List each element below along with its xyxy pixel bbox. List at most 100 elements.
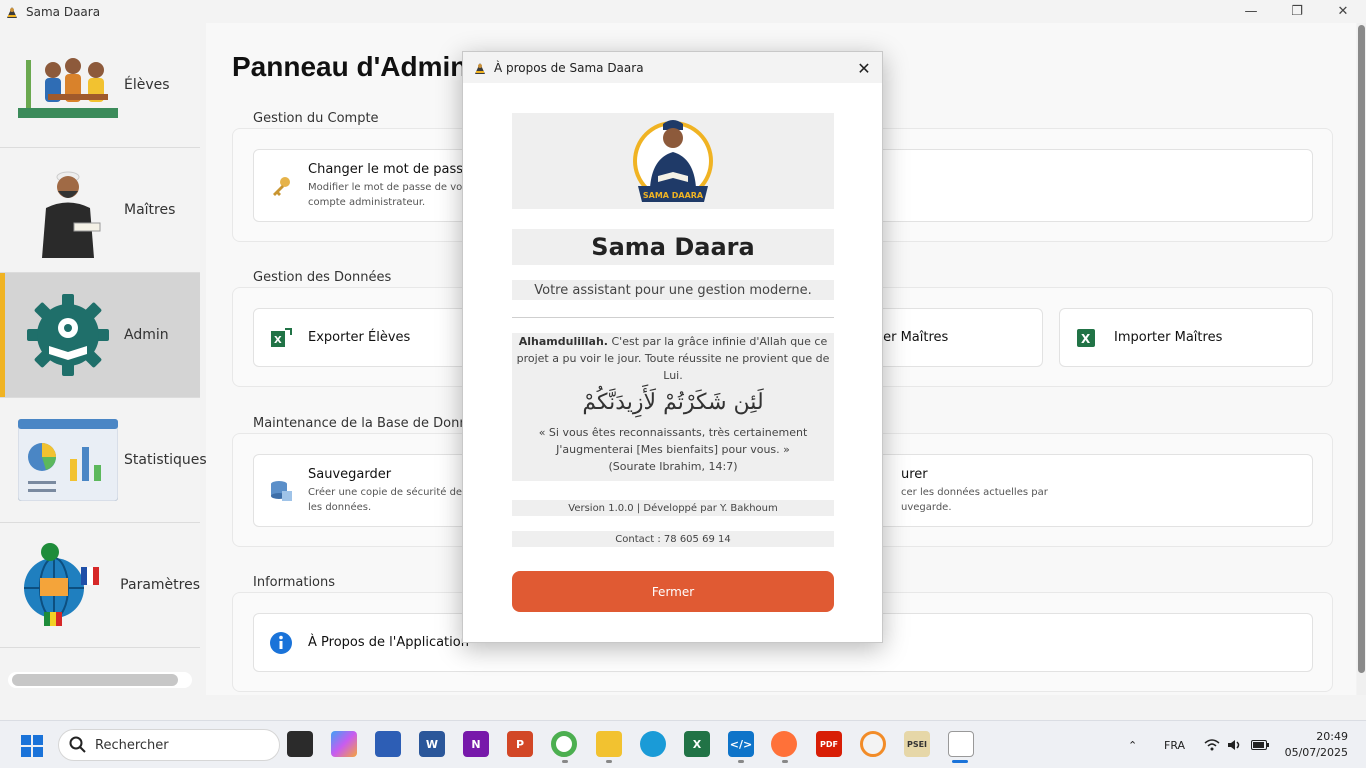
export-students-label: Exporter Élèves (308, 330, 411, 345)
restore-icon[interactable]: ❐ (1274, 0, 1320, 23)
vscode-icon[interactable]: </> (728, 731, 754, 757)
window-titlebar: Sama Daara — ❐ ✕ (0, 0, 1366, 23)
pdf-reader-icon[interactable]: PDF (816, 731, 842, 757)
quote-paragraph: Alhamdulillah. C'est par la grâce infini… (512, 333, 834, 384)
change-password-title: Changer le mot de passe (308, 161, 471, 177)
students-illustration (18, 35, 118, 135)
app-name: Sama Daara (512, 229, 834, 265)
verse-reference: (Sourate Ibrahim, 14:7) (608, 460, 738, 473)
taskbar: Rechercher W N P X </> PDF PSEI ⌃ FRA 20… (0, 720, 1366, 768)
chevron-up-icon[interactable]: ⌃ (1128, 721, 1137, 768)
scrollbar-thumb[interactable] (1358, 25, 1365, 673)
language-indicator[interactable]: FRA (1164, 721, 1185, 768)
export-masters-label: ter Maîtres (878, 330, 949, 345)
file-explorer-icon[interactable] (596, 731, 622, 757)
about-app-label: À Propos de l'Application (308, 635, 469, 650)
app-logo-icon (7, 6, 17, 18)
svg-text:X: X (1081, 332, 1091, 346)
search-icon (69, 736, 86, 753)
section-label-account: Gestion du Compte (253, 111, 379, 126)
copilot-icon[interactable] (331, 731, 357, 757)
running-indicator (738, 760, 744, 763)
sidebar-item-label: Statistiques (124, 452, 207, 468)
sidebar-item-label: Paramètres (120, 577, 200, 593)
verse-translation: « Si vous êtes reconnaissants, très cert… (538, 426, 808, 456)
section-label-info: Informations (253, 575, 336, 590)
sidebar-item-label: Maîtres (124, 202, 176, 218)
quote-bold: Alhamdulillah. (518, 335, 608, 348)
sidebar: Élèves Maîtres Admin Statistiques Paramè… (0, 23, 207, 695)
close-icon[interactable]: ✕ (1320, 0, 1366, 23)
change-password-desc-line2: compte administrateur. (308, 196, 426, 208)
powerpoint-icon[interactable]: P (507, 731, 533, 757)
teacher-illustration (18, 160, 118, 260)
windows-start-icon[interactable] (20, 734, 44, 758)
running-indicator (606, 760, 612, 763)
wifi-icon[interactable] (1204, 721, 1220, 768)
firefox-icon[interactable] (771, 731, 797, 757)
taskbar-search[interactable]: Rechercher (58, 729, 280, 761)
sidebar-item-label: Admin (124, 327, 169, 343)
running-indicator (782, 760, 788, 763)
sidebar-item-eleves[interactable]: Élèves (0, 23, 200, 148)
info-icon (268, 630, 294, 656)
edge-icon[interactable] (640, 731, 666, 757)
sama-daara-logo: SAMA DAARA (633, 120, 713, 202)
restore-button[interactable]: urer cer les données actuelles par uvega… (833, 454, 1313, 527)
import-masters-button[interactable]: X Importer Maîtres (1059, 308, 1313, 367)
divider (512, 317, 834, 318)
database-backup-icon (268, 478, 294, 504)
logo-text: SAMA DAARA (643, 191, 704, 200)
clock-time: 20:49 (1316, 730, 1348, 743)
sidebar-item-admin[interactable]: Admin (0, 273, 200, 398)
dialog-close-icon[interactable]: ✕ (852, 56, 876, 80)
onenote-icon[interactable]: N (463, 731, 489, 757)
search-placeholder: Rechercher (95, 737, 169, 753)
app-tagline: Votre assistant pour une gestion moderne… (512, 280, 834, 300)
backup-desc-line1: Créer une copie de sécurité de (308, 486, 463, 498)
close-dialog-button[interactable]: Fermer (512, 571, 834, 612)
section-label-data: Gestion des Données (253, 270, 392, 285)
backup-desc-line2: les données. (308, 501, 372, 513)
notepad-icon[interactable] (375, 731, 401, 757)
excel-import-icon: X (1074, 325, 1100, 351)
dialog-titlebar: À propos de Sama Daara ✕ (463, 52, 882, 83)
change-password-desc-line1: Modifier le mot de passe de votre (308, 181, 477, 193)
minimize-icon[interactable]: — (1228, 0, 1274, 23)
restore-desc-line1: cer les données actuelles par (901, 486, 1048, 498)
taskbar-clock[interactable]: 20:49 05/07/2025 (1285, 729, 1348, 761)
restore-title: urer (901, 466, 928, 482)
excel-export-icon: X (268, 325, 294, 351)
chrome-icon[interactable] (551, 731, 577, 757)
import-masters-label: Importer Maîtres (1114, 330, 1223, 345)
sidebar-item-parametres[interactable]: Paramètres (0, 523, 200, 648)
backup-title: Sauvegarder (308, 466, 392, 482)
settings-globe-illustration (18, 535, 114, 635)
restore-desc-line2: uvegarde. (901, 501, 952, 513)
sidebar-item-label: Élèves (124, 77, 170, 93)
gratitude-quote: Alhamdulillah. C'est par la grâce infini… (512, 333, 834, 481)
word-icon[interactable]: W (419, 731, 445, 757)
sidebar-item-statistiques[interactable]: Statistiques (0, 398, 207, 523)
main-vertical-scrollbar[interactable] (1357, 23, 1366, 695)
sidebar-scrollbar-thumb[interactable] (12, 674, 178, 686)
eclipse-icon[interactable] (860, 731, 886, 757)
section-label-maintenance: Maintenance de la Base de Données (253, 416, 491, 431)
admin-gear-illustration (18, 285, 118, 385)
ipsei-icon[interactable]: PSEI (904, 731, 930, 757)
task-view-icon[interactable] (287, 731, 313, 757)
dialog-title: À propos de Sama Daara (494, 60, 644, 75)
battery-icon[interactable] (1251, 721, 1269, 768)
blank-document-icon[interactable] (948, 731, 974, 757)
active-app-indicator (952, 760, 968, 763)
version-info: Version 1.0.0 | Développé par Y. Bakhoum (512, 500, 834, 516)
sidebar-item-maitres[interactable]: Maîtres (0, 148, 200, 273)
arabic-verse: لَئِن شَكَرْتُمْ لَأَزِيدَنَّكُمْ (582, 390, 764, 415)
app-logo-icon (475, 62, 485, 74)
volume-icon[interactable] (1227, 721, 1243, 768)
about-dialog: À propos de Sama Daara ✕ SAMA DAARA Sama… (462, 51, 883, 643)
running-indicator (562, 760, 568, 763)
statistics-illustration (18, 410, 118, 510)
excel-icon[interactable]: X (684, 731, 710, 757)
key-icon (268, 173, 294, 199)
